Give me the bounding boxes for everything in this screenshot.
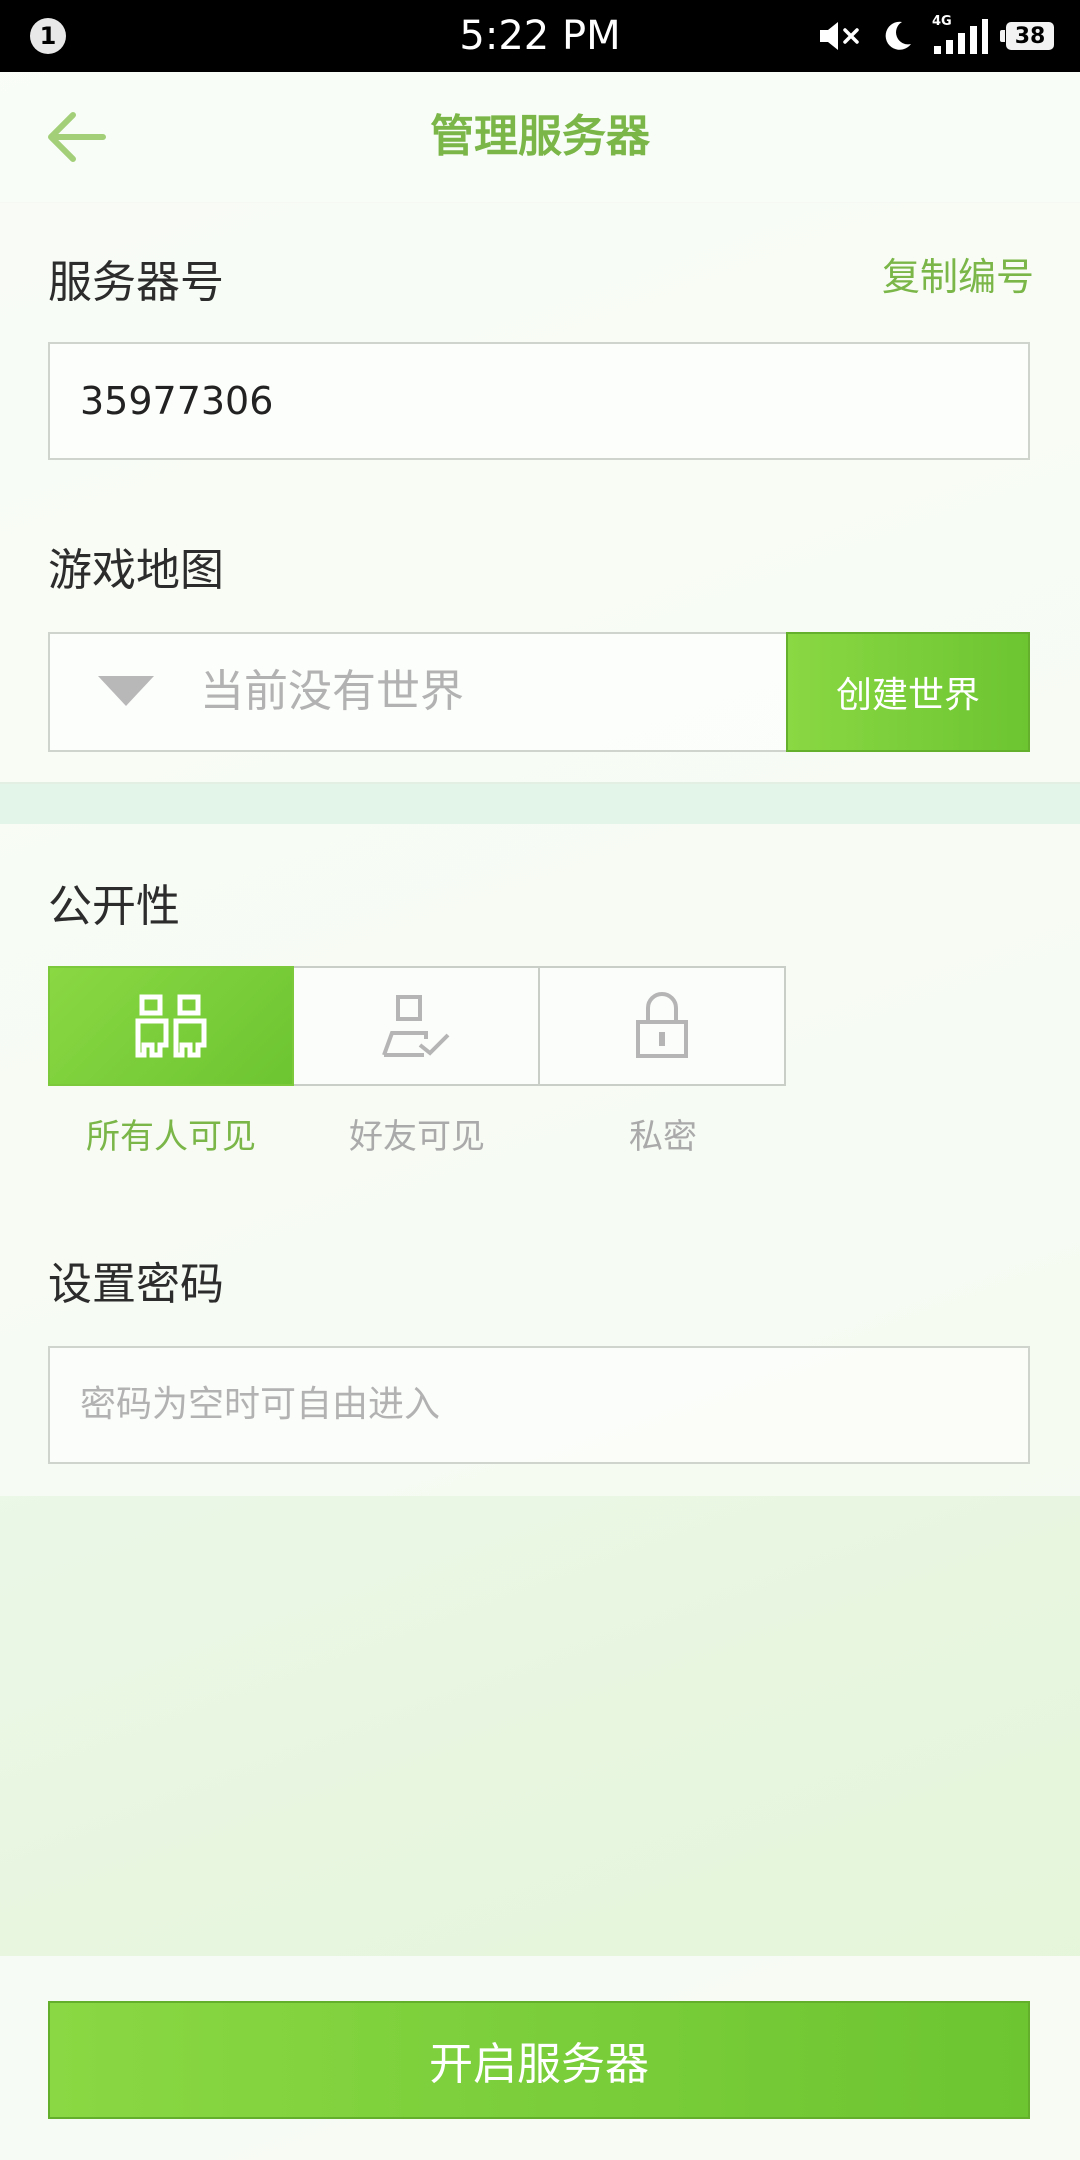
visibility-option-everyone[interactable] (48, 966, 294, 1086)
lock-icon (636, 992, 688, 1058)
visibility-label-private: 私密 (629, 1117, 697, 1157)
battery-indicator: 38 (1000, 22, 1054, 50)
visibility-label-friends: 好友可见 (349, 1117, 485, 1157)
visibility-option-private[interactable] (540, 966, 786, 1086)
create-world-button[interactable]: 创建世界 (786, 632, 1030, 752)
visibility-label: 公开性 (48, 881, 180, 932)
server-number-field[interactable]: 35977306 (48, 342, 1030, 460)
signal-icon (934, 19, 988, 54)
status-icons: 4G 38 (818, 0, 1054, 72)
game-map-label: 游戏地图 (48, 545, 224, 596)
person-check-icon (382, 995, 450, 1057)
mute-icon (820, 22, 859, 50)
two-people-icon (135, 994, 207, 1058)
set-password-label: 设置密码 (48, 1259, 224, 1310)
status-bar: 1 5:22 PM 4G 38 (0, 0, 1080, 72)
dropdown-triangle-icon (98, 676, 154, 706)
bottom-bar: 开启服务器 (0, 1956, 1080, 2160)
visibility-option-friends[interactable] (294, 966, 540, 1086)
server-panel: 服务器号 复制编号 35977306 游戏地图 当前没有世界 创建世界 (0, 202, 1080, 784)
password-field[interactable]: 密码为空时可自由进入 (48, 1346, 1030, 1464)
server-number-label: 服务器号 (48, 257, 224, 308)
visibility-options (48, 966, 786, 1086)
map-select[interactable]: 当前没有世界 (48, 632, 786, 752)
cellular-signal: 4G (932, 14, 988, 56)
password-placeholder: 密码为空时可自由进入 (80, 1384, 441, 1425)
moon-icon (885, 21, 911, 50)
start-server-button[interactable]: 开启服务器 (48, 2001, 1030, 2119)
map-select-value: 当前没有世界 (200, 666, 464, 717)
section-divider (0, 784, 1080, 824)
visibility-label-everyone: 所有人可见 (86, 1117, 256, 1157)
title-bar: 管理服务器 (0, 72, 1080, 203)
server-number-value: 35977306 (80, 379, 274, 423)
copy-number-link[interactable]: 复制编号 (882, 246, 1034, 301)
settings-panel: 公开性 所有人可见 好友可见 私密 设置密码 密码为空时可自由进入 (0, 824, 1080, 1496)
page-title: 管理服务器 (430, 111, 650, 162)
